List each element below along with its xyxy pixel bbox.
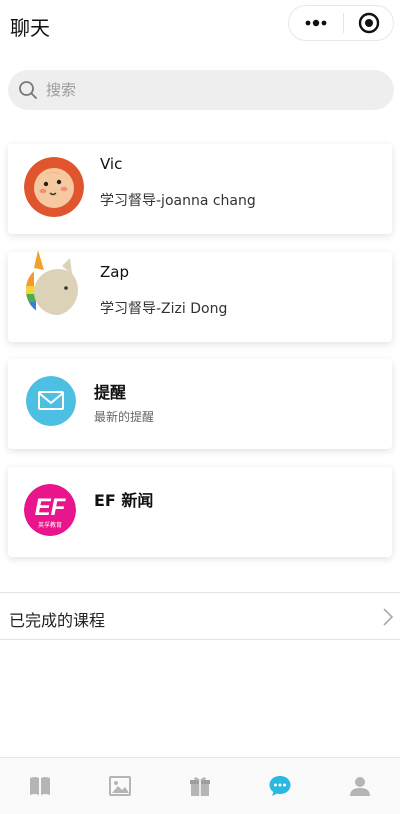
chat-icon	[269, 776, 291, 796]
chat-card-zap[interactable]: Zap 学习督导-Zizi Dong	[8, 250, 392, 342]
page-title: 聊天	[10, 16, 50, 40]
search-icon	[18, 80, 38, 100]
more-dots-icon	[305, 19, 327, 27]
completed-courses-label: 已完成的课程	[9, 611, 106, 630]
target-close-icon	[358, 12, 379, 34]
ef-news-logo: EF 英孚教育	[24, 484, 76, 536]
completed-courses-row[interactable]: 已完成的课程	[0, 592, 400, 640]
mail-icon	[26, 376, 76, 426]
ef-logo-text: EF	[35, 494, 67, 521]
reminder-subtitle: 最新的提醒	[94, 410, 155, 424]
avatar-zap	[22, 248, 84, 316]
ef-logo-subtext: 英孚教育	[38, 521, 62, 529]
tab-gallery[interactable]	[80, 758, 160, 814]
news-title: EF 新闻	[94, 491, 154, 510]
chat-subtitle: 学习督导-Zizi Dong	[100, 301, 228, 317]
chat-card-vic[interactable]: Vic 学习督导-joanna chang	[8, 144, 392, 234]
book-icon	[30, 777, 50, 795]
mini-program-capsule	[288, 5, 394, 41]
search-bar[interactable]	[8, 70, 394, 110]
avatar-vic	[24, 157, 84, 217]
image-icon	[109, 776, 131, 796]
tab-chat[interactable]	[240, 758, 320, 814]
reminder-avatar	[26, 376, 76, 426]
reminder-title: 提醒	[94, 383, 127, 402]
more-menu-button[interactable]	[289, 6, 343, 40]
tab-courses[interactable]	[0, 758, 80, 814]
chat-name: Zap	[100, 263, 129, 281]
tab-profile[interactable]	[320, 758, 400, 814]
tab-rewards[interactable]	[160, 758, 240, 814]
chevron-right-icon	[382, 607, 394, 627]
chat-name: Vic	[100, 155, 123, 173]
reminder-card[interactable]: 提醒 最新的提醒	[8, 359, 392, 449]
close-app-button[interactable]	[344, 6, 393, 40]
ef-news-card[interactable]: EF 英孚教育 EF 新闻	[8, 467, 392, 557]
person-icon	[350, 777, 370, 796]
chat-subtitle: 学习督导-joanna chang	[100, 193, 256, 209]
header-bar: 聊天	[0, 0, 400, 52]
bottom-tab-bar	[0, 757, 400, 814]
gift-icon	[190, 777, 210, 796]
search-input[interactable]	[46, 75, 394, 105]
